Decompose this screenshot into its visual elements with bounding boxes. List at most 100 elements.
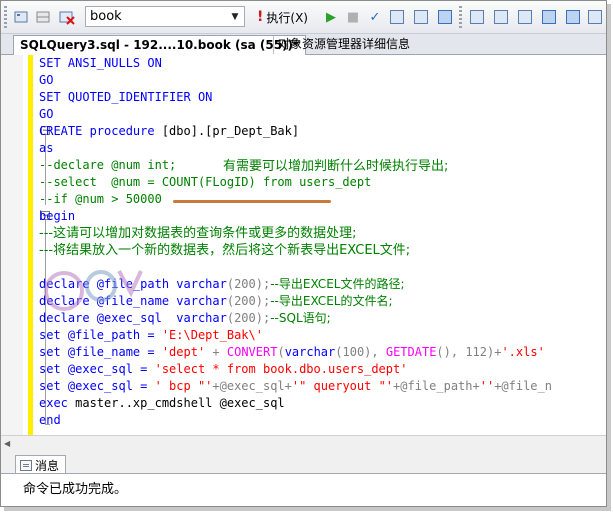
code-token: set @exec_sql =: [39, 362, 155, 376]
toolbar-grip[interactable]: [459, 6, 462, 28]
code-line: as: [39, 140, 53, 157]
include-plan-icon: [518, 10, 532, 24]
message-text: 命令已成功完成。: [23, 482, 128, 497]
code-token: (200);: [226, 311, 271, 325]
code-comment: --declare @num int;: [39, 158, 177, 172]
code-comment: --if @num > 50000: [39, 192, 162, 206]
toolbar-icon-e[interactable]: [467, 7, 487, 27]
disconnect-button[interactable]: [57, 7, 77, 27]
code-line: --select @num = COUNT(FLogID) from users…: [39, 174, 371, 191]
database-select[interactable]: book ▼: [85, 6, 245, 27]
code-token: (200);: [226, 294, 271, 308]
code-token: +@file_path+: [393, 379, 480, 393]
scroll-left-icon[interactable]: ◀: [4, 439, 10, 448]
results-to-text-icon: [470, 10, 484, 24]
code-line: SET ANSI_NULLS ON: [39, 55, 162, 72]
code-token: +: [205, 345, 227, 359]
code-line: CREATE procedure [dbo].[pr_Dept_Bak]: [39, 123, 299, 140]
results-tabs: 消息: [1, 453, 606, 474]
code-function: CONVERT: [226, 345, 278, 359]
toolbar-icon-i[interactable]: [563, 7, 583, 27]
stop-icon: ■: [346, 9, 360, 25]
code-string: 'dept': [161, 345, 206, 359]
code-comment: ---这请可以增加对数据表的查询条件或更多的数据处理;: [39, 226, 357, 241]
code-line: set @exec_sql = ' bcp "'+@exec_sql+'" qu…: [39, 378, 552, 395]
execute-button[interactable]: ! 执行(X): [257, 7, 308, 27]
code-comment: --导出EXCEL的文件名;: [270, 294, 393, 308]
code-string: '.xls': [501, 345, 545, 359]
code-line: --if @num > 50000: [39, 191, 162, 208]
code-token: varchar: [176, 277, 227, 291]
query-editor[interactable]: − − SET ANSI_NULLS ON GO SET QUOTED_IDEN…: [1, 55, 606, 435]
code-token: varchar: [284, 345, 336, 359]
code-line: SET QUOTED_IDENTIFIER ON: [39, 89, 212, 106]
toolbar-icon-b[interactable]: [33, 7, 53, 27]
code-comment: --SQL语句;: [270, 311, 331, 325]
toolbar-icon-j[interactable]: [585, 7, 605, 27]
code-token: (200);: [226, 277, 271, 291]
code-token: CREATE procedure: [39, 124, 162, 138]
parse-button[interactable]: ✓: [365, 7, 385, 27]
code-line: end: [39, 412, 61, 429]
object-explorer-icon: [14, 11, 28, 23]
messages-pane: 命令已成功完成。: [1, 473, 606, 506]
code-comment: --导出EXCEL文件的路径;: [270, 277, 405, 291]
code-string: ' bcp "': [154, 379, 213, 393]
tab-sqlquery3[interactable]: SQLQuery3.sql - 192....10.book (sa (55))…: [13, 35, 307, 55]
results-to-grid-button[interactable]: [435, 7, 455, 27]
code-token: (: [277, 345, 285, 359]
indent-icon: [588, 10, 602, 24]
document-tabs: SQLQuery3.sql - 192....10.book (sa (55))…: [1, 34, 606, 55]
code-token: varchar: [176, 311, 227, 325]
messages-icon: [20, 459, 32, 471]
toolbar-icon-query-designer[interactable]: [411, 7, 431, 27]
code-comment: --select @num = COUNT(FLogID) from users…: [39, 175, 372, 189]
tab-object-explorer-details[interactable]: 对象资源管理器详细信息: [273, 36, 414, 54]
results-to-file-icon: [494, 10, 508, 24]
code-line: --declare @num int;: [39, 157, 176, 174]
tab-messages[interactable]: 消息: [15, 455, 67, 474]
code-token: SET QUOTED_IDENTIFIER ON: [39, 90, 213, 104]
query-toolbar: book ▼ ! 执行(X) ▶ ■ ✓: [1, 1, 606, 34]
code-line: ---这请可以增加对数据表的查询条件或更多的数据处理;: [39, 225, 356, 242]
chevron-down-icon[interactable]: ▼: [228, 9, 242, 24]
code-string: '': [479, 379, 495, 393]
cancel-query-button[interactable]: ■: [343, 7, 363, 27]
play-icon: ▶: [326, 9, 336, 25]
code-line: set @exec_sql = 'select * from book.dbo.…: [39, 361, 407, 378]
code-token: (100),: [335, 345, 386, 359]
plan-icon: [390, 10, 404, 24]
watermark-logo-icon: [44, 270, 143, 311]
debug-button[interactable]: ▶: [321, 7, 341, 27]
code-token: exec: [39, 396, 76, 410]
code-string: 'select * from book.dbo.users_dept': [154, 362, 408, 376]
tab-messages-label: 消息: [35, 458, 60, 473]
code-string: 'E:\Dept_Bak\': [161, 328, 263, 342]
toolbar-icon-a[interactable]: [11, 7, 31, 27]
code-token: varchar: [176, 294, 227, 308]
grid-results-icon: [438, 10, 452, 24]
code-token: as: [39, 141, 54, 155]
code-token: end: [39, 413, 61, 427]
code-line: GO: [39, 106, 53, 123]
toolbar-icon-plan[interactable]: [387, 7, 407, 27]
editor-horizontal-scrollbar[interactable]: ◀: [1, 435, 606, 452]
toolbar-icon-f[interactable]: [491, 7, 511, 27]
comment-icon: [566, 10, 580, 24]
toolbar-grip[interactable]: [4, 6, 7, 28]
database-select-value: book: [90, 9, 122, 24]
disconnect-icon: [59, 11, 75, 25]
code-token: (), 112)+: [436, 345, 502, 359]
annotation-underline: [173, 200, 331, 203]
code-string: '" queryout "': [291, 379, 394, 393]
code-line: exec master..xp_cmdshell @exec_sql: [39, 395, 285, 412]
toolbar-icon-h[interactable]: [539, 7, 559, 27]
code-token: SET ANSI_NULLS ON: [39, 56, 162, 70]
code-function: GETDATE: [385, 345, 437, 359]
toolbar-icon-g[interactable]: [515, 7, 535, 27]
grid-icon: [36, 11, 50, 23]
handwritten-annotation: 有需要可以增加判断什么时候执行导出;: [223, 159, 449, 174]
execute-icon: !: [257, 9, 264, 25]
code-line: GO: [39, 72, 53, 89]
ssms-window: book ▼ ! 执行(X) ▶ ■ ✓ SQLQuery3.sql - 192…: [0, 0, 607, 507]
